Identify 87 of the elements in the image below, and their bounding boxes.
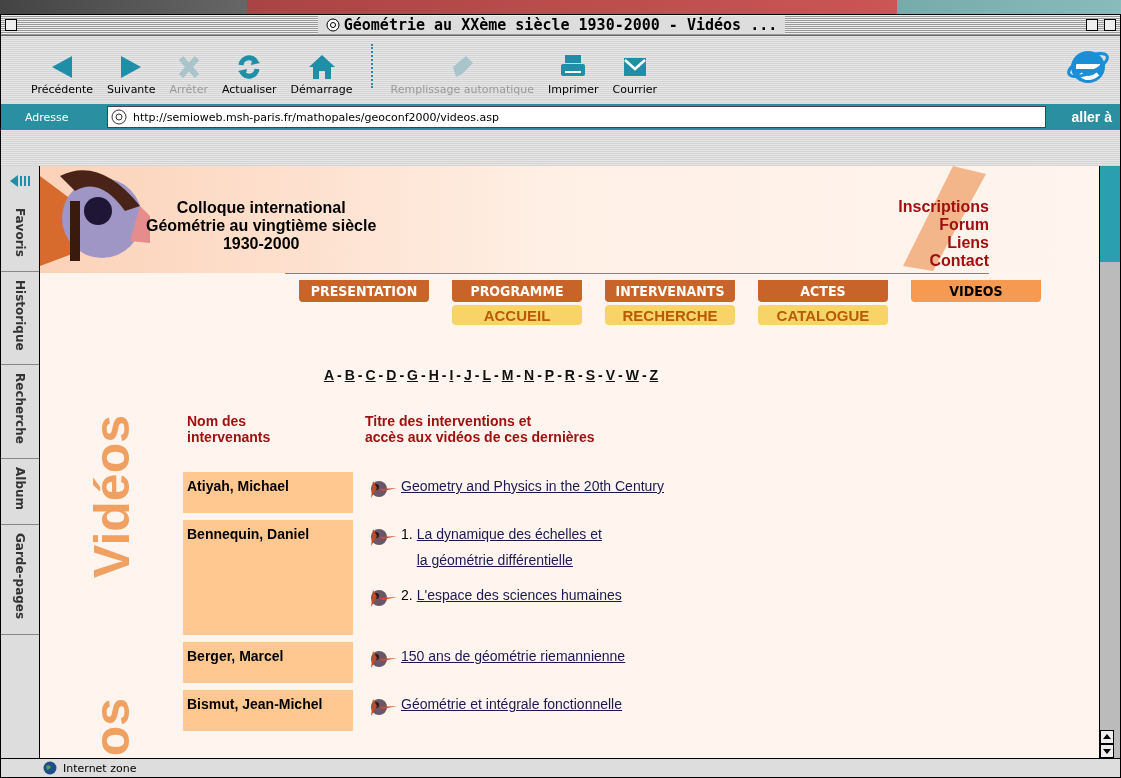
letter-link[interactable]: C bbox=[364, 367, 377, 383]
globe-at-icon bbox=[111, 109, 127, 125]
separator-dash: - bbox=[536, 367, 543, 383]
table-cell: Atiyah, Michael bbox=[183, 472, 353, 513]
nav-tab[interactable]: ACTES bbox=[758, 280, 888, 302]
table-cell: Bismut, Jean-Michel bbox=[183, 690, 353, 731]
letter-link[interactable]: P bbox=[543, 367, 556, 383]
zoom-box[interactable] bbox=[1104, 19, 1116, 31]
toolbar-button[interactable]: Imprimer bbox=[546, 53, 601, 96]
letter-link[interactable]: B bbox=[343, 367, 356, 383]
explorer-tab[interactable]: Favoris bbox=[1, 200, 39, 272]
nav-tab[interactable]: VIDEOS bbox=[911, 280, 1041, 302]
table-cell: Berger, Marcel bbox=[183, 642, 353, 683]
header-link[interactable]: Forum bbox=[939, 216, 989, 234]
column-header: Nom des intervenants bbox=[186, 413, 272, 447]
section-title: os bbox=[82, 697, 141, 756]
letter-link[interactable]: W bbox=[624, 367, 640, 383]
site-title: Colloque international bbox=[176, 199, 346, 217]
address-field[interactable]: http://semioweb.msh-paris.fr/mathopales/geoconf2000/videos.asp bbox=[107, 106, 1046, 128]
letter-link[interactable]: A bbox=[322, 367, 335, 383]
letter-link[interactable]: J bbox=[463, 367, 473, 383]
scroll-thumb[interactable] bbox=[1100, 166, 1120, 262]
letter-link[interactable]: M bbox=[500, 367, 515, 383]
explorer-tab[interactable]: Album bbox=[1, 459, 39, 526]
separator-dash: - bbox=[597, 367, 604, 383]
video-link[interactable]: L'espace des sciences humaines bbox=[416, 582, 622, 608]
talk-number: 1. bbox=[401, 525, 413, 544]
letter-link[interactable]: D bbox=[385, 367, 398, 383]
toolbar-button[interactable]: Suivante bbox=[105, 53, 158, 96]
address-label: Adresse bbox=[24, 110, 70, 124]
separator-dash: - bbox=[455, 367, 462, 383]
nav-tab[interactable]: PROGRAMME bbox=[452, 280, 582, 302]
site-title: Géométrie au vingtième siècle bbox=[146, 217, 377, 235]
collapse-box[interactable] bbox=[1086, 19, 1098, 31]
header-link[interactable]: Inscriptions bbox=[898, 198, 989, 216]
video-link[interactable]: Géométrie et intégrale fonctionnelle bbox=[401, 691, 623, 717]
explorer-tab[interactable]: Garde-pages bbox=[1, 525, 39, 635]
separator-dash: - bbox=[493, 367, 500, 383]
nav-tab[interactable]: INTERVENANTS bbox=[605, 280, 735, 302]
header-link[interactable]: Contact bbox=[929, 252, 989, 270]
close-box[interactable] bbox=[5, 19, 17, 31]
separator-dash: - bbox=[640, 367, 648, 383]
separator-dash: - bbox=[617, 367, 624, 383]
separator-dash: - bbox=[473, 367, 481, 383]
letter-link[interactable]: N bbox=[523, 367, 536, 383]
letter-link[interactable]: Z bbox=[648, 367, 660, 383]
section-title: Vidéos bbox=[82, 415, 141, 579]
video-link[interactable]: 150 ans de géométrie riemannienne bbox=[401, 643, 626, 669]
globe-at-icon bbox=[325, 18, 340, 32]
letter-link[interactable]: H bbox=[427, 367, 440, 383]
site-title: 1930-2000 bbox=[222, 235, 300, 253]
column-header: Titre des interventions et accès aux vidéos de ces dernières bbox=[365, 413, 596, 447]
separator-dash: - bbox=[398, 367, 406, 383]
separator-dash: - bbox=[356, 367, 364, 383]
toolbar-button[interactable]: Démarrage bbox=[288, 53, 355, 96]
letter-link[interactable]: G bbox=[406, 367, 419, 383]
separator-dash: - bbox=[336, 367, 343, 383]
window-title: Géométrie au XXème siècle 1930-2000 - Vidéos ... bbox=[317, 16, 786, 34]
letter-link[interactable]: S bbox=[584, 367, 596, 383]
separator-dash: - bbox=[515, 367, 523, 383]
table-cell: Bennequin, Daniel bbox=[183, 520, 353, 635]
scrollbar[interactable] bbox=[1099, 166, 1120, 758]
separator-dash: - bbox=[576, 367, 584, 383]
scroll-up-icon bbox=[1100, 730, 1114, 744]
explorer-tab[interactable]: Recherche bbox=[1, 365, 39, 460]
letter-link[interactable]: L bbox=[481, 367, 492, 383]
go-button[interactable]: aller à bbox=[1051, 109, 1114, 125]
toolbar-button[interactable]: Précédente bbox=[29, 53, 96, 96]
separator-dash: - bbox=[556, 367, 563, 383]
home-icon bbox=[307, 53, 336, 81]
talk-number: 2. bbox=[401, 586, 413, 605]
toolbar-button[interactable]: Actualiser bbox=[219, 53, 279, 96]
nav-tab[interactable]: PRESENTATION bbox=[299, 280, 429, 302]
globe-icon bbox=[43, 761, 57, 775]
explorer-tab[interactable]: Historique bbox=[1, 271, 39, 366]
video-link[interactable]: La dynamique des échelles et la géométrie différentielle bbox=[416, 521, 602, 573]
video-link[interactable]: Geometry and Physics in the 20th Century bbox=[401, 473, 665, 499]
header-link[interactable]: Liens bbox=[947, 234, 989, 252]
letter-link[interactable]: V bbox=[604, 367, 616, 383]
separator-dash: - bbox=[440, 367, 448, 383]
collapse-arrow-icon bbox=[9, 174, 31, 188]
separator-dash: - bbox=[419, 367, 427, 383]
separator-dash: - bbox=[377, 367, 385, 383]
status-text: Internet zone bbox=[63, 761, 137, 775]
letter-link[interactable]: I bbox=[448, 367, 455, 383]
letter-link[interactable]: R bbox=[563, 367, 576, 383]
toolbar-button[interactable]: Courrier bbox=[610, 53, 660, 96]
